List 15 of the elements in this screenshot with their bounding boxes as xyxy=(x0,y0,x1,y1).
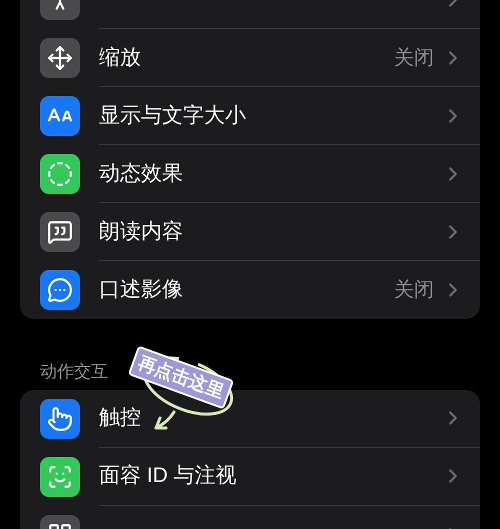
row-label: 口述影像 xyxy=(99,278,183,302)
settings-row[interactable]: 口述影像 关闭 xyxy=(20,261,480,319)
settings-row[interactable]: 显示与文字大小 xyxy=(20,87,480,145)
row-label: 缩放 xyxy=(99,46,141,69)
settings-row[interactable]: 动态效果 xyxy=(20,145,480,203)
row-label: 动态效果 xyxy=(99,162,183,185)
row-value: 关闭 xyxy=(394,46,434,70)
settings-row[interactable]: 面容 ID 与注视 xyxy=(20,448,480,506)
row-label: 显示与文字大小 xyxy=(99,104,246,127)
settings-row[interactable]: 缩放 关闭 xyxy=(20,29,480,87)
settings-row[interactable]: 朗读内容 xyxy=(20,203,480,261)
row-label: 朗读内容 xyxy=(99,220,183,243)
section-header: 动作交互 xyxy=(40,361,108,383)
row-label: 面容 ID 与注视 xyxy=(99,464,237,488)
row-value: 关闭 xyxy=(394,278,434,303)
